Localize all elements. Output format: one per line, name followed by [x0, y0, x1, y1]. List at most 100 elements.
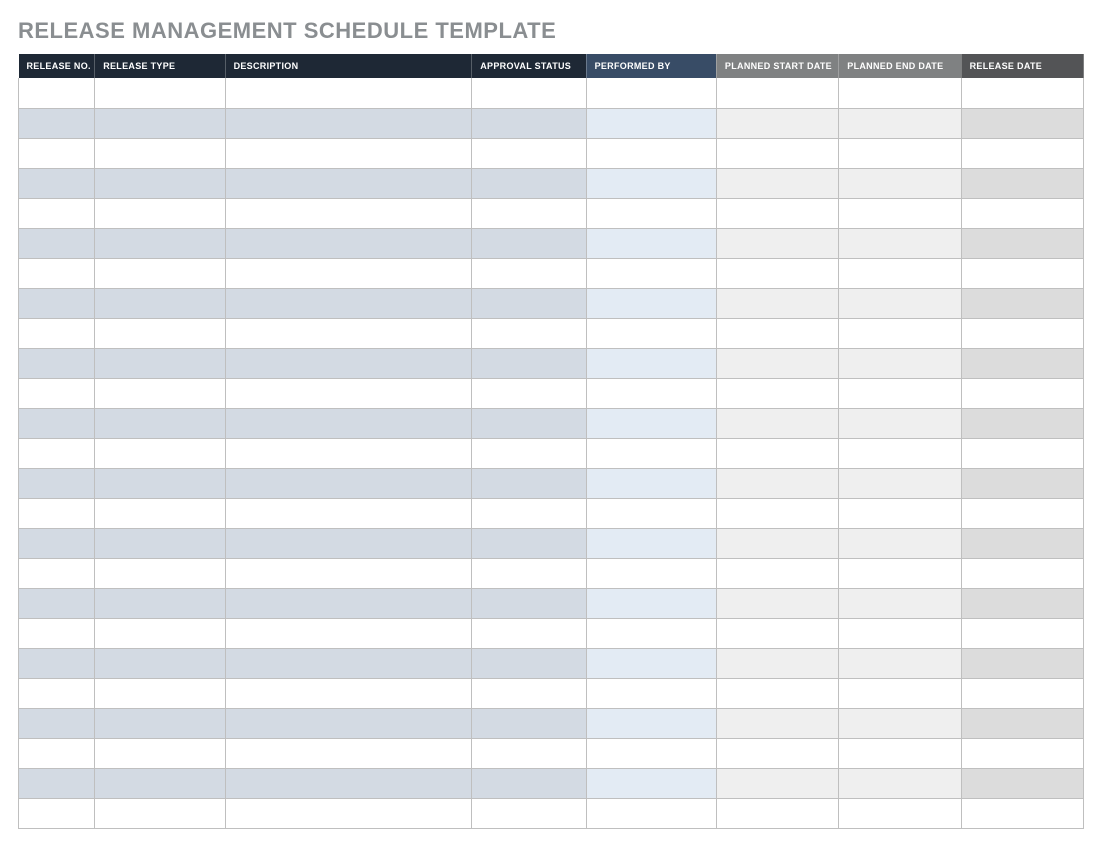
- cell-release-date[interactable]: [961, 78, 1083, 108]
- cell-description[interactable]: [225, 678, 472, 708]
- cell-performed-by[interactable]: [586, 78, 716, 108]
- cell-release-type[interactable]: [95, 408, 225, 438]
- cell-performed-by[interactable]: [586, 738, 716, 768]
- cell-performed-by[interactable]: [586, 438, 716, 468]
- cell-release-type[interactable]: [95, 108, 225, 138]
- cell-release-type[interactable]: [95, 258, 225, 288]
- cell-planned-start-date[interactable]: [716, 678, 838, 708]
- cell-description[interactable]: [225, 738, 472, 768]
- cell-performed-by[interactable]: [586, 708, 716, 738]
- cell-release-date[interactable]: [961, 798, 1083, 828]
- cell-performed-by[interactable]: [586, 168, 716, 198]
- cell-release-date[interactable]: [961, 108, 1083, 138]
- cell-description[interactable]: [225, 198, 472, 228]
- cell-planned-end-date[interactable]: [839, 378, 961, 408]
- cell-release-type[interactable]: [95, 228, 225, 258]
- cell-approval-status[interactable]: [472, 588, 586, 618]
- cell-release-no[interactable]: [19, 498, 95, 528]
- cell-description[interactable]: [225, 468, 472, 498]
- cell-planned-end-date[interactable]: [839, 798, 961, 828]
- cell-description[interactable]: [225, 528, 472, 558]
- cell-release-no[interactable]: [19, 258, 95, 288]
- cell-planned-end-date[interactable]: [839, 618, 961, 648]
- cell-release-date[interactable]: [961, 228, 1083, 258]
- cell-approval-status[interactable]: [472, 768, 586, 798]
- cell-release-type[interactable]: [95, 708, 225, 738]
- cell-performed-by[interactable]: [586, 528, 716, 558]
- cell-planned-start-date[interactable]: [716, 408, 838, 438]
- cell-planned-end-date[interactable]: [839, 288, 961, 318]
- cell-release-no[interactable]: [19, 528, 95, 558]
- cell-approval-status[interactable]: [472, 288, 586, 318]
- cell-performed-by[interactable]: [586, 288, 716, 318]
- cell-release-type[interactable]: [95, 138, 225, 168]
- cell-approval-status[interactable]: [472, 438, 586, 468]
- cell-planned-end-date[interactable]: [839, 408, 961, 438]
- cell-planned-end-date[interactable]: [839, 258, 961, 288]
- cell-release-date[interactable]: [961, 318, 1083, 348]
- cell-performed-by[interactable]: [586, 198, 716, 228]
- cell-planned-start-date[interactable]: [716, 288, 838, 318]
- cell-release-date[interactable]: [961, 528, 1083, 558]
- cell-release-date[interactable]: [961, 198, 1083, 228]
- cell-approval-status[interactable]: [472, 138, 586, 168]
- cell-performed-by[interactable]: [586, 618, 716, 648]
- cell-release-type[interactable]: [95, 168, 225, 198]
- cell-release-type[interactable]: [95, 768, 225, 798]
- cell-planned-end-date[interactable]: [839, 78, 961, 108]
- cell-release-no[interactable]: [19, 198, 95, 228]
- cell-planned-start-date[interactable]: [716, 528, 838, 558]
- cell-description[interactable]: [225, 138, 472, 168]
- cell-approval-status[interactable]: [472, 798, 586, 828]
- cell-release-no[interactable]: [19, 348, 95, 378]
- cell-planned-start-date[interactable]: [716, 438, 838, 468]
- cell-approval-status[interactable]: [472, 468, 586, 498]
- cell-planned-end-date[interactable]: [839, 528, 961, 558]
- cell-release-no[interactable]: [19, 228, 95, 258]
- cell-release-date[interactable]: [961, 288, 1083, 318]
- cell-planned-end-date[interactable]: [839, 198, 961, 228]
- cell-planned-end-date[interactable]: [839, 138, 961, 168]
- cell-performed-by[interactable]: [586, 468, 716, 498]
- cell-release-no[interactable]: [19, 708, 95, 738]
- cell-release-date[interactable]: [961, 348, 1083, 378]
- cell-release-date[interactable]: [961, 588, 1083, 618]
- cell-approval-status[interactable]: [472, 168, 586, 198]
- cell-description[interactable]: [225, 408, 472, 438]
- cell-planned-end-date[interactable]: [839, 438, 961, 468]
- cell-approval-status[interactable]: [472, 648, 586, 678]
- cell-approval-status[interactable]: [472, 198, 586, 228]
- cell-planned-end-date[interactable]: [839, 768, 961, 798]
- cell-approval-status[interactable]: [472, 228, 586, 258]
- cell-release-no[interactable]: [19, 648, 95, 678]
- cell-approval-status[interactable]: [472, 258, 586, 288]
- cell-release-no[interactable]: [19, 438, 95, 468]
- cell-release-type[interactable]: [95, 288, 225, 318]
- cell-performed-by[interactable]: [586, 588, 716, 618]
- cell-release-date[interactable]: [961, 498, 1083, 528]
- cell-planned-end-date[interactable]: [839, 708, 961, 738]
- cell-release-no[interactable]: [19, 678, 95, 708]
- cell-planned-start-date[interactable]: [716, 738, 838, 768]
- cell-performed-by[interactable]: [586, 498, 716, 528]
- cell-approval-status[interactable]: [472, 708, 586, 738]
- cell-performed-by[interactable]: [586, 558, 716, 588]
- cell-planned-start-date[interactable]: [716, 798, 838, 828]
- cell-performed-by[interactable]: [586, 108, 716, 138]
- cell-performed-by[interactable]: [586, 768, 716, 798]
- cell-description[interactable]: [225, 108, 472, 138]
- cell-release-date[interactable]: [961, 408, 1083, 438]
- cell-planned-end-date[interactable]: [839, 588, 961, 618]
- cell-release-type[interactable]: [95, 348, 225, 378]
- cell-planned-end-date[interactable]: [839, 228, 961, 258]
- cell-release-no[interactable]: [19, 138, 95, 168]
- cell-performed-by[interactable]: [586, 258, 716, 288]
- cell-planned-end-date[interactable]: [839, 348, 961, 378]
- cell-planned-start-date[interactable]: [716, 558, 838, 588]
- cell-planned-end-date[interactable]: [839, 648, 961, 678]
- cell-approval-status[interactable]: [472, 78, 586, 108]
- cell-release-no[interactable]: [19, 558, 95, 588]
- cell-release-date[interactable]: [961, 558, 1083, 588]
- cell-release-no[interactable]: [19, 108, 95, 138]
- cell-release-type[interactable]: [95, 318, 225, 348]
